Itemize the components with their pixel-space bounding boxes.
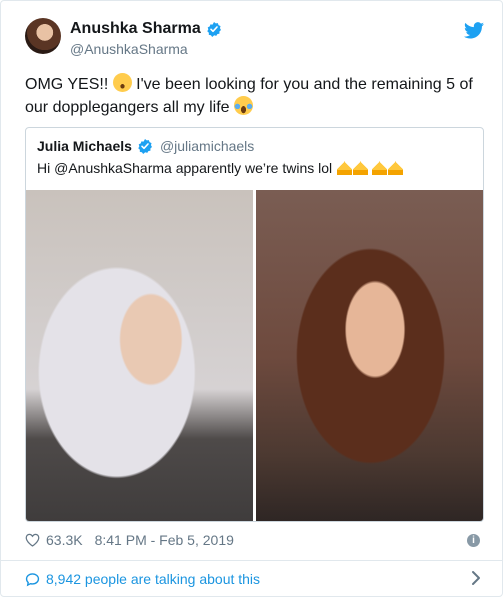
verified-badge-icon <box>206 22 221 37</box>
crown-emoji-icon <box>337 161 353 175</box>
tweet-card: Anushka Sharma @AnushkaSharma OMG YES!! … <box>0 0 503 597</box>
talking-about-link[interactable]: 8,942 people are talking about this <box>25 571 260 587</box>
quoted-tweet-text-body: Hi @AnushkaSharma apparently we’re twins… <box>37 160 337 176</box>
twitter-bird-icon[interactable] <box>464 22 484 39</box>
footer-divider <box>1 560 503 561</box>
quoted-tweet[interactable]: Julia Michaels @juliamichaels Hi @Anushk… <box>25 127 484 522</box>
chevron-right-icon[interactable] <box>470 570 482 586</box>
crown-emoji-icon <box>388 161 404 175</box>
tweet-text-part1: OMG YES!! <box>25 76 113 93</box>
quoted-author-name[interactable]: Julia Michaels <box>37 138 132 154</box>
info-icon[interactable]: i <box>467 534 480 547</box>
julia-michaels-photo[interactable] <box>26 190 253 521</box>
crown-emoji-icon <box>353 161 369 175</box>
crown-emoji-icon <box>372 161 388 175</box>
quoted-tweet-text: Hi @AnushkaSharma apparently we’re twins… <box>37 160 404 176</box>
heart-icon[interactable] <box>25 533 40 547</box>
anushka-sharma-photo[interactable] <box>256 190 483 521</box>
author-avatar[interactable] <box>25 18 61 54</box>
author-name-row[interactable]: Anushka Sharma <box>70 20 222 38</box>
quoted-author-handle[interactable]: @juliamichaels <box>160 138 254 154</box>
talking-about-text[interactable]: 8,942 people are talking about this <box>46 571 260 587</box>
tears-of-joy-emoji-icon <box>234 96 254 115</box>
like-count[interactable]: 63.3K <box>46 532 83 548</box>
author-name[interactable]: Anushka Sharma <box>70 20 201 38</box>
tweet-meta: 63.3K 8:41 PM - Feb 5, 2019 <box>25 532 234 548</box>
hushed-face-emoji-icon <box>112 73 132 92</box>
quoted-verified-badge-icon <box>138 139 152 154</box>
speech-bubble-icon <box>25 572 40 586</box>
tweet-text: OMG YES!! I've been looking for you and … <box>25 73 485 119</box>
quoted-author-row[interactable]: Julia Michaels @juliamichaels <box>37 138 254 154</box>
author-handle[interactable]: @AnushkaSharma <box>70 41 188 57</box>
tweet-timestamp[interactable]: 8:41 PM - Feb 5, 2019 <box>95 532 234 548</box>
